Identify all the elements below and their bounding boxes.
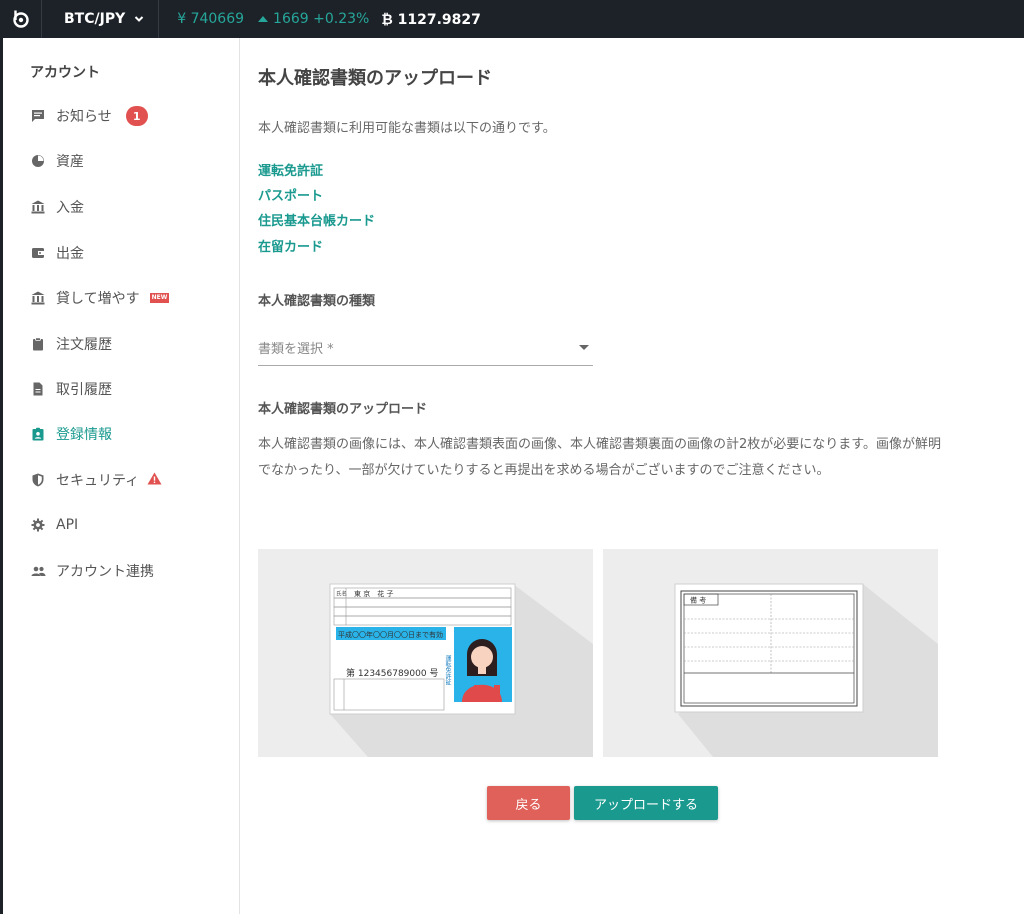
gear-icon bbox=[30, 517, 46, 533]
select-placeholder: 書類を選択 * bbox=[258, 342, 334, 357]
pair-label: BTC/JPY bbox=[64, 11, 126, 27]
sidebar-item-notifications[interactable]: お知らせ 1 bbox=[30, 104, 148, 128]
dropdown-arrow-icon bbox=[579, 345, 589, 350]
ticker: ¥ 740669 1669 +0.23% ₿ 1127.9827 bbox=[177, 11, 481, 28]
sidebar-heading: アカウント bbox=[30, 65, 100, 81]
sidebar-item-account-link[interactable]: アカウント連携 bbox=[30, 559, 154, 583]
remarks-label: 備 考 bbox=[690, 596, 706, 605]
sidebar-item-label: セキュリティ bbox=[56, 473, 140, 489]
card-front-illustration: 氏名 東 京 花 子 平成〇〇年〇〇月〇〇日まで有効 運転免許証 第 12345… bbox=[329, 583, 593, 757]
sidebar-item-label: 資産 bbox=[56, 154, 84, 170]
pie-chart-icon bbox=[30, 153, 46, 169]
people-icon bbox=[30, 563, 46, 579]
sidebar-item-label: API bbox=[56, 517, 79, 533]
sidebar-item-order-history[interactable]: 注文履歴 bbox=[30, 332, 112, 356]
message-icon bbox=[30, 108, 46, 124]
sidebar-item-label: アカウント連携 bbox=[56, 564, 154, 580]
sidebar-item-label: 出金 bbox=[56, 246, 84, 262]
clipboard-icon bbox=[30, 336, 46, 352]
top-bar: BTC/JPY ¥ 740669 1669 +0.23% ₿ 1127.9827 bbox=[0, 0, 1024, 38]
doc-link-residence-card[interactable]: 在留カード bbox=[258, 236, 323, 255]
sidebar-item-label: お知らせ bbox=[56, 109, 112, 125]
sidebar-item-withdraw[interactable]: 出金 bbox=[30, 241, 84, 265]
document-icon bbox=[30, 381, 46, 397]
warning-icon bbox=[147, 472, 162, 489]
logo-icon[interactable] bbox=[0, 0, 42, 38]
sidebar-item-label: 入金 bbox=[56, 200, 84, 216]
card-name: 東 京 花 子 bbox=[354, 589, 393, 598]
price-change: 1669 +0.23% bbox=[258, 11, 369, 27]
last-price: ¥ 740669 bbox=[177, 11, 245, 27]
sidebar-item-label: 取引履歴 bbox=[56, 382, 112, 398]
document-type-heading: 本人確認書類の種類 bbox=[258, 294, 376, 309]
volume: ₿ 1127.9827 bbox=[381, 11, 481, 28]
card-back-illustration: 備 考 bbox=[674, 583, 938, 757]
bank-icon bbox=[30, 290, 46, 306]
sidebar: アカウント お知らせ 1 資産 入金 出金 貸して増やす NEW 注文履歴 取引… bbox=[3, 38, 240, 914]
sidebar-item-api[interactable]: API bbox=[30, 513, 78, 537]
intro-text: 本人確認書類に利用可能な書類は以下の通りです。 bbox=[258, 121, 556, 136]
notification-badge: 1 bbox=[125, 106, 148, 126]
card-front-upload-area[interactable]: 氏名 東 京 花 子 平成〇〇年〇〇月〇〇日まで有効 運転免許証 第 12345… bbox=[258, 549, 593, 757]
sidebar-item-label: 注文履歴 bbox=[56, 337, 112, 353]
shield-icon bbox=[30, 472, 46, 488]
license-side-text: 運転免許証 bbox=[444, 655, 451, 686]
new-tag: NEW bbox=[149, 293, 170, 303]
bank-icon bbox=[30, 199, 46, 215]
sidebar-item-label: 登録情報 bbox=[56, 427, 112, 443]
chevron-down-icon bbox=[135, 16, 144, 22]
wallet-icon bbox=[30, 245, 46, 261]
upload-description: 本人確認書類の画像には、本人確認書類表面の画像、本人確認書類裏面の画像の計2枚が… bbox=[258, 437, 941, 478]
card-name-label: 氏名 bbox=[336, 590, 347, 598]
sidebar-item-security[interactable]: セキュリティ bbox=[30, 468, 162, 492]
document-type-select[interactable]: 書類を選択 * bbox=[258, 330, 593, 366]
sidebar-item-assets[interactable]: 資産 bbox=[30, 149, 84, 173]
upload-heading: 本人確認書類のアップロード bbox=[258, 402, 428, 417]
upload-button[interactable]: アップロードする bbox=[574, 786, 718, 820]
card-number: 第 123456789000 号 bbox=[346, 667, 438, 679]
doc-link-resident-card[interactable]: 住民基本台帳カード bbox=[258, 210, 375, 229]
doc-link-passport[interactable]: パスポート bbox=[258, 185, 323, 204]
card-back-upload-area[interactable]: 備 考 bbox=[603, 549, 938, 757]
page-title: 本人確認書類のアップロード bbox=[258, 68, 492, 89]
sidebar-item-trade-history[interactable]: 取引履歴 bbox=[30, 377, 112, 401]
card-expiry: 平成〇〇年〇〇月〇〇日まで有効 bbox=[338, 630, 443, 639]
sidebar-item-deposit[interactable]: 入金 bbox=[30, 195, 84, 219]
account-badge-icon bbox=[30, 426, 46, 442]
sidebar-item-label: 貸して増やす bbox=[56, 291, 140, 307]
back-button[interactable]: 戻る bbox=[487, 786, 570, 820]
up-arrow-icon bbox=[258, 16, 269, 22]
sidebar-item-registration[interactable]: 登録情報 bbox=[30, 422, 112, 446]
sidebar-item-lending[interactable]: 貸して増やす NEW bbox=[30, 286, 170, 310]
price-change-value: 1669 +0.23% bbox=[273, 11, 370, 27]
doc-link-drivers-license[interactable]: 運転免許証 bbox=[258, 160, 323, 179]
pair-selector[interactable]: BTC/JPY bbox=[42, 0, 160, 38]
